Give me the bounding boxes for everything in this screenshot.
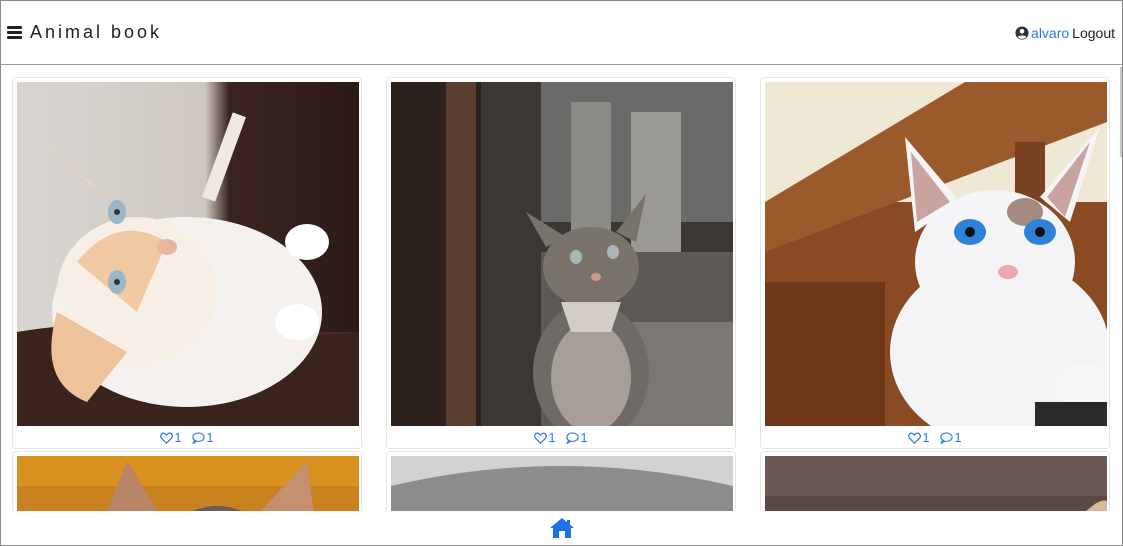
logout-link[interactable]: Logout: [1072, 25, 1115, 41]
scrollbar[interactable]: [1120, 67, 1122, 157]
brand-title[interactable]: Animal book: [30, 22, 162, 43]
user-circle-icon: [1015, 26, 1029, 40]
menu-icon[interactable]: [7, 26, 22, 39]
like-count: 1: [174, 430, 182, 445]
like-button[interactable]: 1: [908, 430, 930, 445]
comment-icon: [192, 431, 206, 444]
post-card[interactable]: [386, 451, 736, 511]
top-navbar: Animal book alvaro Logout: [1, 1, 1122, 65]
like-button[interactable]: 1: [160, 430, 182, 445]
comment-button[interactable]: 1: [192, 430, 214, 445]
comment-icon: [566, 431, 580, 444]
post-photo[interactable]: [391, 456, 733, 511]
app-window: Animal book alvaro Logout 1 1 1 1 1 1: [0, 0, 1123, 546]
post-card[interactable]: [760, 451, 1110, 511]
like-count: 1: [922, 430, 930, 445]
post-card[interactable]: 1 1: [12, 77, 362, 449]
post-stats: 1 1: [13, 430, 361, 447]
bottom-navbar: [1, 511, 1122, 545]
post-photo[interactable]: [391, 82, 733, 426]
post-photo[interactable]: [765, 456, 1107, 511]
post-photo[interactable]: [17, 456, 359, 511]
comment-count: 1: [580, 430, 588, 445]
like-button[interactable]: 1: [534, 430, 556, 445]
post-photo[interactable]: [17, 82, 359, 426]
heart-icon: [160, 432, 174, 444]
post-stats: 1 1: [761, 430, 1109, 447]
post-grid: 1 1 1 1 1 1: [1, 65, 1122, 511]
post-card[interactable]: 1 1: [386, 77, 736, 449]
like-count: 1: [548, 430, 556, 445]
comment-button[interactable]: 1: [940, 430, 962, 445]
heart-icon: [908, 432, 922, 444]
post-stats: 1 1: [387, 430, 735, 447]
heart-icon: [534, 432, 548, 444]
post-photo[interactable]: [765, 82, 1107, 426]
post-card[interactable]: 1 1: [760, 77, 1110, 449]
comment-count: 1: [206, 430, 214, 445]
comment-icon: [940, 431, 954, 444]
username-link[interactable]: alvaro: [1031, 25, 1069, 41]
comment-button[interactable]: 1: [566, 430, 588, 445]
user-area: alvaro Logout: [1015, 25, 1115, 41]
comment-count: 1: [954, 430, 962, 445]
home-icon[interactable]: [549, 517, 575, 539]
post-card[interactable]: [12, 451, 362, 511]
